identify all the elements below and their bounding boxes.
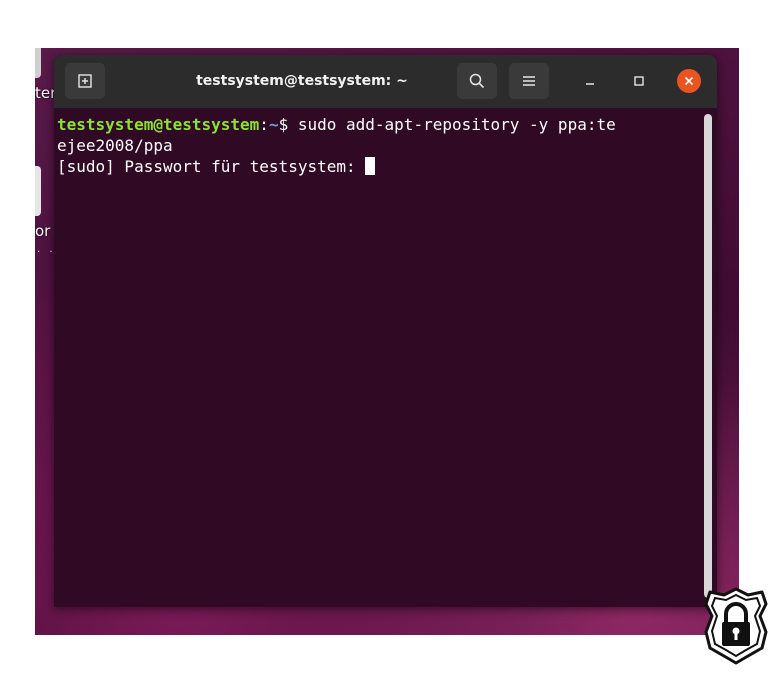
desktop-icon-partial[interactable] — [35, 166, 41, 216]
search-icon — [469, 73, 485, 89]
desktop-icon-partial[interactable] — [35, 48, 41, 78]
prompt-colon: : — [259, 115, 269, 134]
scrollbar[interactable] — [704, 114, 712, 598]
new-tab-icon — [78, 74, 92, 88]
maximize-icon — [634, 76, 644, 86]
minimize-icon — [586, 83, 594, 85]
desktop-icon-label: or — [35, 222, 51, 240]
terminal-output[interactable]: testsystem@testsystem:~$ sudo add-apt-re… — [54, 108, 717, 607]
close-icon — [684, 76, 694, 86]
command-text: sudo add-apt-repository -y ppa:te — [297, 115, 616, 134]
text-cursor[interactable] — [365, 157, 376, 175]
window-title: testsystem@testsystem: ~ — [196, 73, 408, 89]
prompt-symbol: $ — [278, 115, 298, 134]
new-tab-button[interactable] — [65, 63, 105, 99]
sudo-password-prompt: [sudo] Passwort für testsystem: — [57, 157, 366, 176]
title-bar[interactable]: testsystem@testsystem: ~ — [54, 55, 717, 108]
hamburger-menu-icon — [523, 76, 535, 86]
desktop-label-ellipsis: . . — [37, 244, 56, 255]
minimize-button[interactable] — [578, 69, 602, 93]
terminal-window[interactable]: testsystem@testsystem: ~ testsystem@test… — [54, 55, 717, 607]
maximize-button[interactable] — [627, 69, 651, 93]
close-button[interactable] — [677, 69, 701, 93]
prompt-user-host: testsystem@testsystem — [57, 115, 260, 134]
prompt-path: ~ — [268, 115, 279, 134]
command-text-wrapped: ejee2008/ppa — [57, 136, 173, 155]
search-button[interactable] — [457, 63, 497, 99]
padlock-shield-icon — [704, 587, 768, 665]
menu-button[interactable] — [509, 63, 549, 99]
terminal-text: testsystem@testsystem:~$ sudo add-apt-re… — [57, 114, 697, 177]
